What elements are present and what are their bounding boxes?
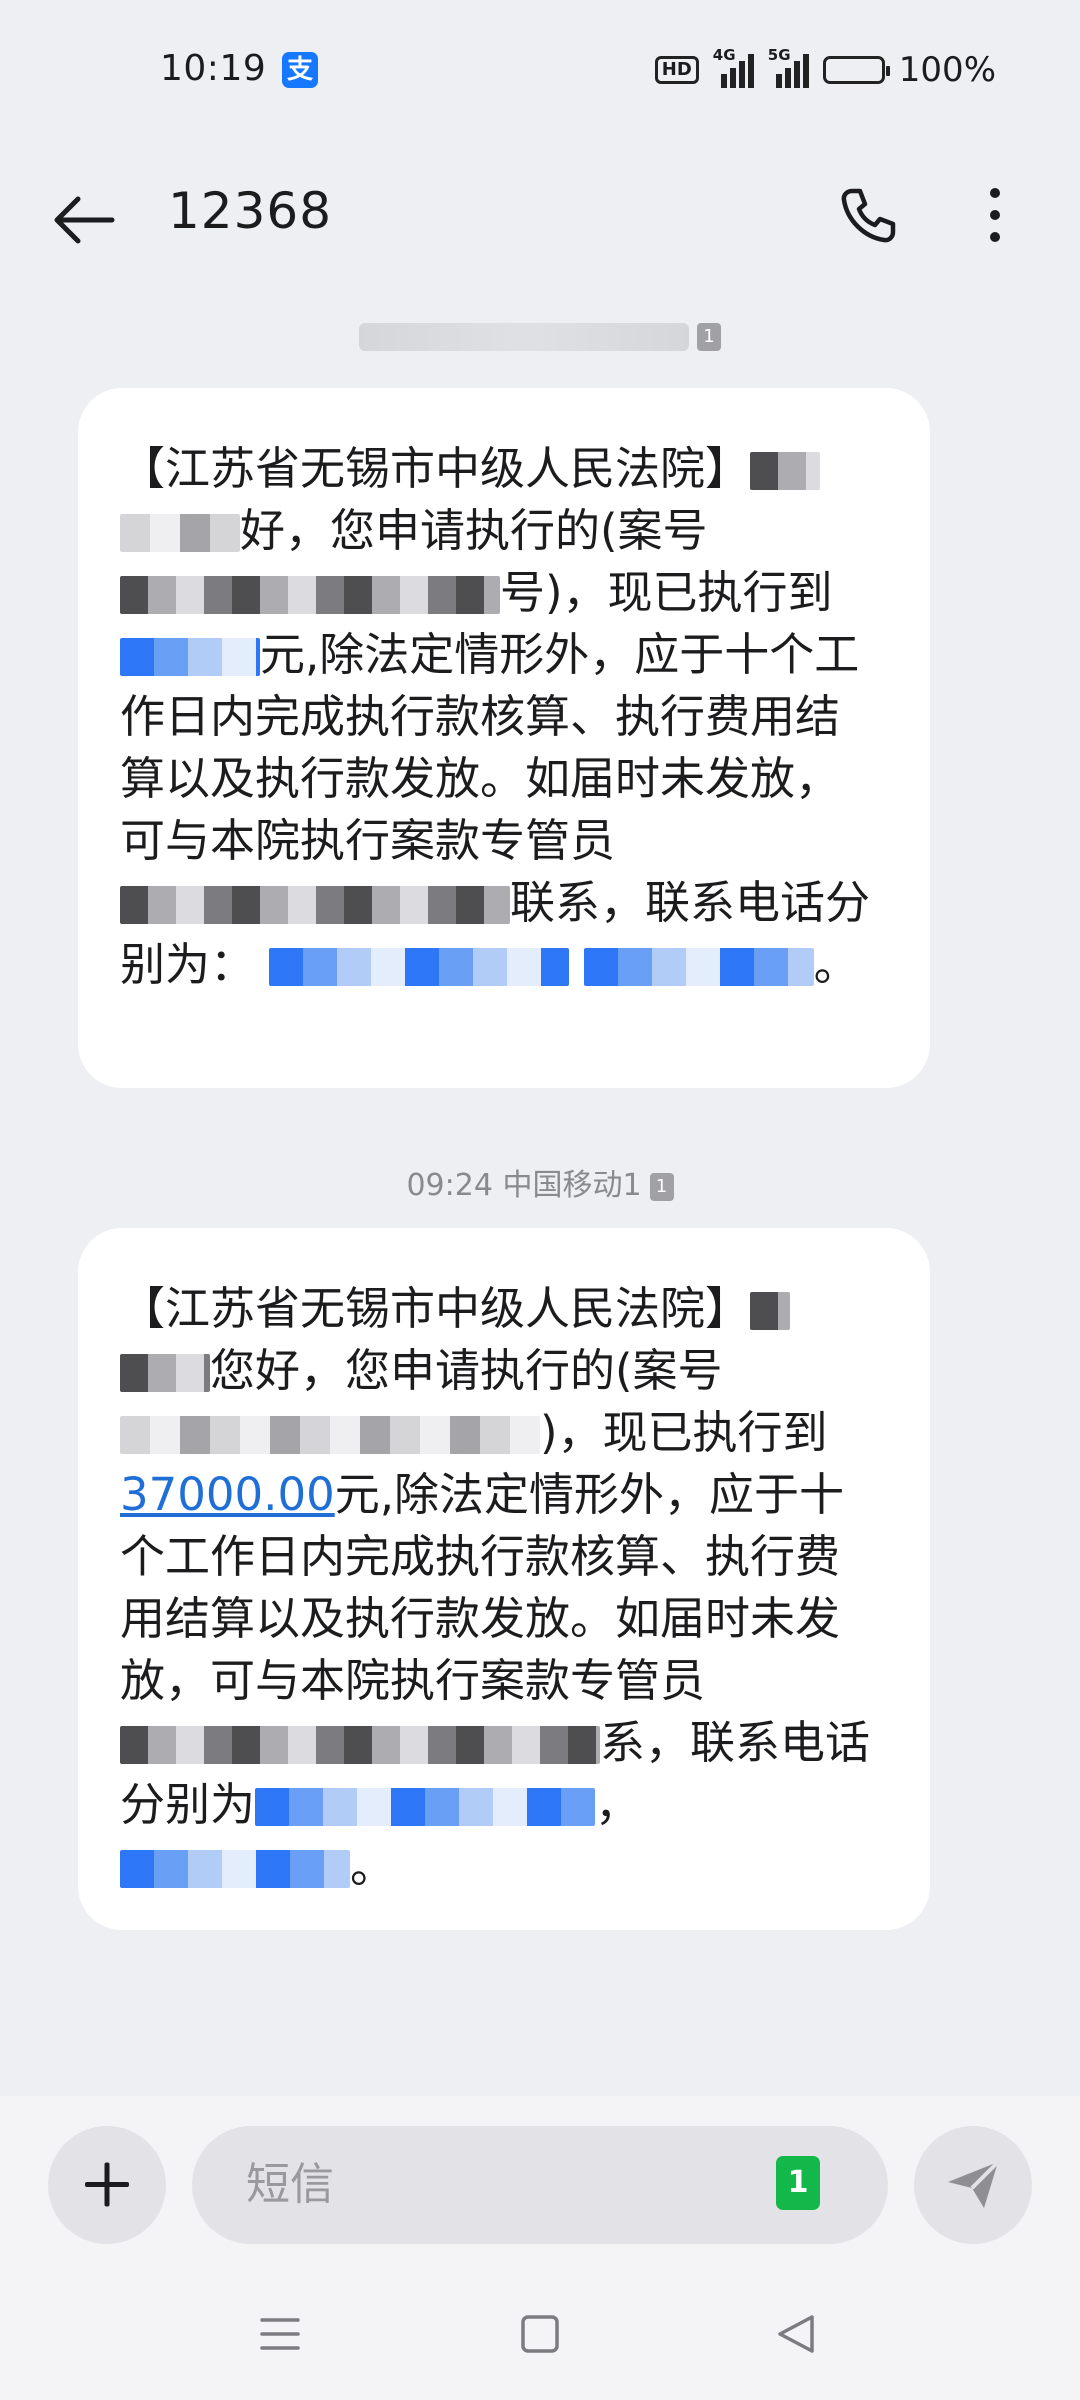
redacted-block <box>120 1416 540 1454</box>
blurred-timestamp <box>359 322 689 351</box>
message-segment: 。 <box>813 938 859 991</box>
conversation-header: 12368 <box>0 140 1080 290</box>
message-segment: 您好，您申请执行的(案号 <box>210 1344 723 1397</box>
phone-call-icon[interactable] <box>838 185 898 245</box>
redacted-block <box>120 576 500 614</box>
amount-link[interactable]: 37000.00 <box>120 1468 335 1521</box>
menu-nav-icon[interactable] <box>258 2312 302 2356</box>
alipay-notification-icon: 支 <box>282 52 318 88</box>
signal-4g-icon: 4G <box>713 46 754 88</box>
redacted-block <box>120 638 260 676</box>
message-segment: )，现已执行到 <box>540 1406 828 1459</box>
battery-percent: 100% <box>898 50 996 90</box>
message-segment: 。 <box>350 1840 396 1893</box>
redacted-block <box>750 452 821 490</box>
battery-icon <box>822 56 890 84</box>
redacted-block <box>120 1354 210 1392</box>
compose-bar: 短信 1 <box>0 2096 1080 2266</box>
sim-card-icon: 1 <box>697 322 721 351</box>
redacted-phone-number <box>255 1788 596 1826</box>
send-button[interactable] <box>914 2126 1032 2244</box>
redacted-block <box>120 886 510 924</box>
home-nav-icon[interactable] <box>518 2312 562 2356</box>
redacted-block <box>750 1292 791 1330</box>
signal-5g-icon: 5G <box>768 46 809 88</box>
message-segment: 号)，现已执行到 <box>500 566 833 619</box>
message-segment: 好，您申请执行的(案号 <box>240 504 708 557</box>
send-icon <box>948 2160 1000 2208</box>
message-bubble[interactable]: 【江苏省无锡市中级人民法院】 好，您申请执行的(案号 号)，现已执行到 元,除法… <box>78 388 930 1088</box>
back-nav-icon[interactable] <box>774 2312 818 2356</box>
redacted-block <box>120 1726 600 1764</box>
timestamp-text: 09:24 中国移动1 <box>406 1168 642 1203</box>
back-arrow-icon[interactable] <box>48 190 118 250</box>
message-segment: ， <box>595 1778 641 1831</box>
message-text: 【江苏省无锡市中级人民法院】 好，您申请执行的(案号 号)，现已执行到 元,除法… <box>120 438 870 996</box>
sim-card-icon: 1 <box>649 1172 674 1201</box>
message-segment: 【江苏省无锡市中级人民法院】 <box>120 1282 751 1335</box>
redacted-block <box>120 514 240 552</box>
message-timestamp: 1 <box>0 318 1080 353</box>
hd-voice-icon: HD <box>654 56 699 84</box>
redacted-phone-number <box>269 948 570 986</box>
redacted-phone-number <box>120 1850 350 1888</box>
message-text: 【江苏省无锡市中级人民法院】 您好，您申请执行的(案号 )，现已执行到 3700… <box>120 1278 870 1898</box>
system-navigation-bar <box>0 2266 1080 2400</box>
message-timestamp: 09:24 中国移动1 1 <box>0 1160 1080 1204</box>
status-indicators: HD 4G 5G 100% <box>654 46 996 90</box>
redacted-phone-number <box>583 948 814 986</box>
message-segment: 【江苏省无锡市中级人民法院】 <box>120 442 751 495</box>
add-attachment-button[interactable] <box>48 2126 166 2244</box>
contact-title: 12368 <box>168 182 333 240</box>
status-time: 10:19 <box>160 48 267 89</box>
message-input-placeholder: 短信 <box>246 2159 334 2210</box>
status-bar: 10:19 支 HD 4G 5G 100% <box>0 0 1080 140</box>
more-options-icon[interactable] <box>980 185 1010 245</box>
network-type-label: 4G <box>712 46 736 64</box>
message-bubble[interactable]: 【江苏省无锡市中级人民法院】 您好，您申请执行的(案号 )，现已执行到 3700… <box>78 1228 930 1930</box>
network-type-label: 5G <box>767 46 791 64</box>
sim-select-button[interactable]: 1 <box>776 2156 820 2210</box>
